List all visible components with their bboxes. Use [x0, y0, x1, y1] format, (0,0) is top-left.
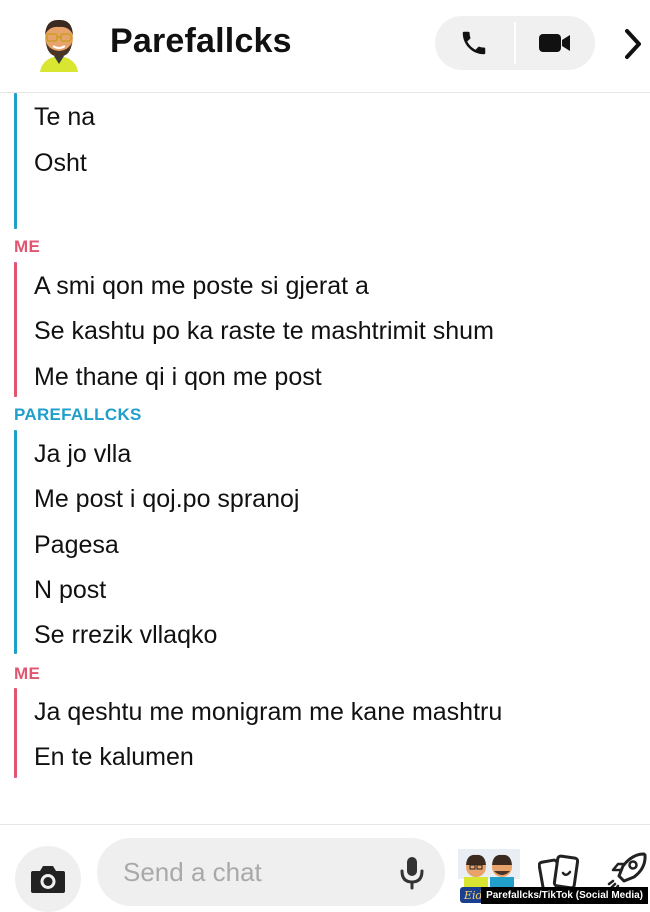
video-call-button[interactable]	[516, 16, 594, 70]
sender-bar-them	[14, 430, 17, 654]
sender-label: ME	[14, 664, 41, 683]
message-text[interactable]: Se kashtu po ka raste te mashtrimit shum	[34, 317, 494, 346]
voice-call-button[interactable]	[435, 16, 513, 70]
message-text[interactable]: Osht	[34, 149, 87, 178]
chat-composer: Eid Mub Parefallcks/TikTok (Social Media…	[0, 824, 650, 912]
bitmoji-avatar-icon[interactable]	[36, 16, 82, 72]
message-text[interactable]: Me post i qoj.po spranoj	[34, 485, 299, 514]
camera-icon	[31, 866, 65, 893]
sender-bar-me	[14, 688, 17, 778]
sender-bar-them	[14, 93, 17, 229]
message-text[interactable]: Pagesa	[34, 531, 119, 560]
message-text[interactable]: Ja jo vlla	[34, 440, 131, 469]
message-text[interactable]: A smi qon me poste si gjerat a	[34, 272, 369, 301]
message-text[interactable]: Se rrezik vllaqko	[34, 621, 217, 650]
image-credit: Parefallcks/TikTok (Social Media)	[481, 887, 648, 904]
sender-label: PAREFALLCKS	[14, 405, 142, 424]
camera-button[interactable]	[15, 846, 81, 912]
phone-icon	[462, 31, 486, 55]
message-text[interactable]: Me thane qi i qon me post	[34, 363, 322, 392]
call-buttons	[435, 16, 595, 70]
video-camera-icon	[539, 34, 570, 52]
chevron-right-icon[interactable]	[618, 24, 648, 64]
message-text[interactable]: Ja qeshtu me monigram me kane mashtru	[34, 698, 502, 727]
message-text[interactable]: Te na	[34, 103, 95, 132]
chat-input[interactable]	[97, 838, 445, 906]
sender-label: ME	[14, 237, 41, 256]
microphone-icon[interactable]	[398, 855, 426, 891]
chat-title[interactable]: Parefallcks	[110, 22, 292, 61]
chat-header: Parefallcks	[0, 0, 650, 93]
message-text[interactable]: N post	[34, 576, 106, 605]
sender-bar-me	[14, 262, 17, 397]
message-text[interactable]: En te kalumen	[34, 743, 194, 772]
